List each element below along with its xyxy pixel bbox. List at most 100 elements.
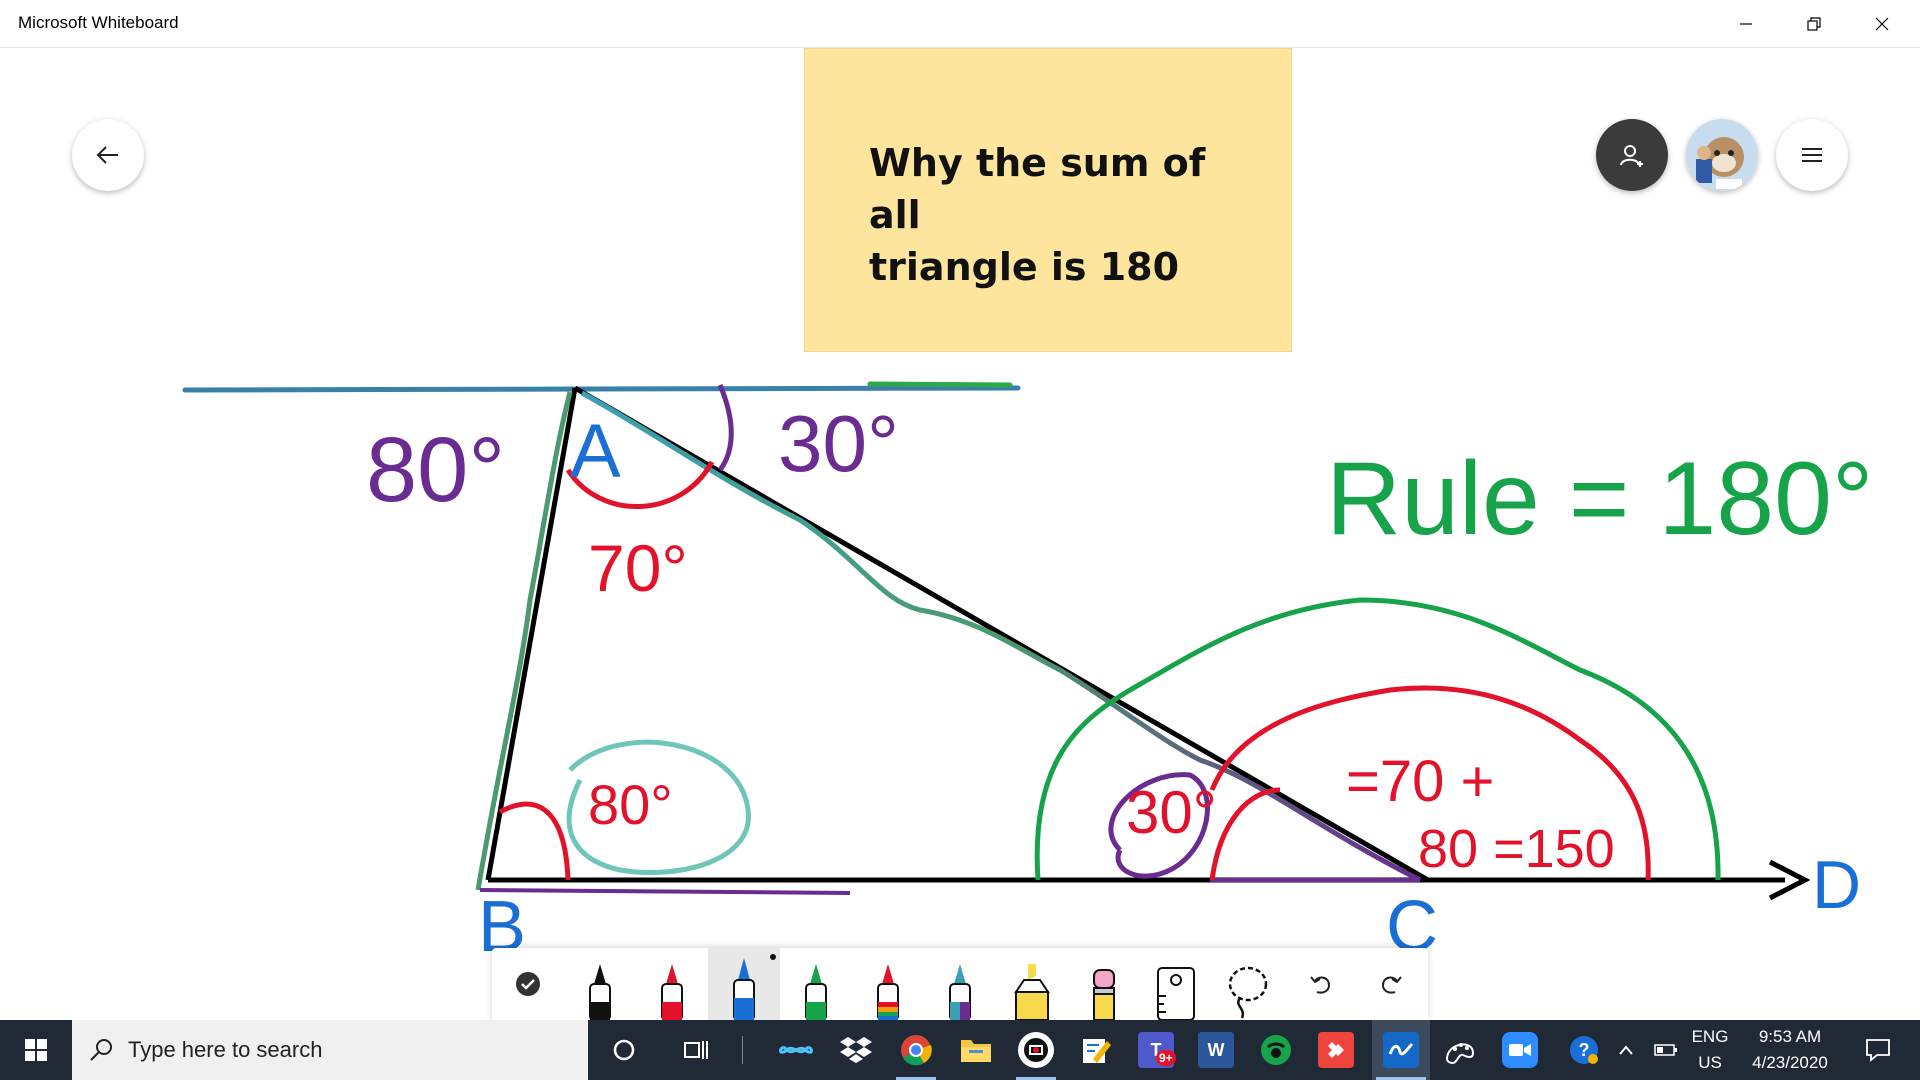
red-pen[interactable] bbox=[636, 948, 708, 1020]
taskbar-app-paint[interactable] bbox=[1432, 1020, 1488, 1080]
search-placeholder: Type here to search bbox=[128, 1037, 323, 1062]
taskbar-app-chrome[interactable] bbox=[888, 1020, 944, 1080]
pen-tool-icon bbox=[1083, 1039, 1111, 1063]
taskbar-app-screencast[interactable] bbox=[1008, 1020, 1064, 1080]
sum-label-line-2: 80 =150 bbox=[1418, 819, 1615, 879]
lasso[interactable] bbox=[1212, 948, 1284, 1020]
hamburger-icon bbox=[1802, 148, 1822, 162]
taskbar-app-dropbox[interactable] bbox=[828, 1020, 884, 1080]
angle-label-a: 70° bbox=[588, 531, 688, 605]
reader-app-icon bbox=[1261, 1035, 1291, 1065]
ruler[interactable] bbox=[1140, 948, 1212, 1020]
redo-button[interactable] bbox=[1356, 948, 1428, 1020]
start-button[interactable] bbox=[0, 1020, 72, 1080]
taskbar-app-word[interactable]: W bbox=[1188, 1020, 1244, 1080]
select-tool[interactable] bbox=[492, 948, 564, 1020]
taskbar-app-reader[interactable] bbox=[1248, 1020, 1304, 1080]
highlighter[interactable] bbox=[996, 948, 1068, 1020]
chevron-up-icon bbox=[1619, 1045, 1633, 1055]
zoom-icon bbox=[1502, 1032, 1538, 1068]
help-tray-icon[interactable]: ? bbox=[1560, 1020, 1608, 1080]
notification-icon bbox=[1866, 1039, 1890, 1062]
green-pen[interactable] bbox=[780, 948, 852, 1020]
vertex-label-d: D bbox=[1812, 847, 1862, 923]
angle-label-top-right: 30° bbox=[778, 399, 899, 488]
pen-black-icon bbox=[589, 964, 611, 1020]
arrow-left-icon bbox=[96, 146, 118, 164]
pen-green-icon bbox=[805, 964, 827, 1020]
undo-button[interactable] bbox=[1284, 948, 1356, 1020]
eraser[interactable] bbox=[1068, 948, 1140, 1020]
triangle-side-ac bbox=[573, 385, 1430, 883]
help-icon: ? bbox=[1570, 1036, 1598, 1064]
selected-dot bbox=[770, 954, 776, 960]
teams-badge: 9+ bbox=[1156, 1050, 1176, 1066]
pen-red-icon bbox=[661, 964, 683, 1020]
taskbar-app-teams[interactable]: T 9+ bbox=[1128, 1020, 1184, 1080]
taskbar-app-file-explorer[interactable] bbox=[948, 1020, 1004, 1080]
galaxy-pen[interactable] bbox=[924, 948, 996, 1020]
chrome-icon bbox=[901, 1035, 932, 1066]
pen-galaxy-icon bbox=[949, 964, 971, 1020]
sum-label-line-1: =70 + bbox=[1346, 749, 1495, 814]
cortana-button[interactable] bbox=[596, 1020, 652, 1080]
cortana-icon bbox=[613, 1039, 635, 1061]
paint-icon bbox=[1445, 1043, 1475, 1065]
angle-label-top-left: 80° bbox=[366, 419, 506, 521]
taskbar-app-infinity[interactable] bbox=[768, 1020, 824, 1080]
taskbar-app-anydesk[interactable] bbox=[1308, 1020, 1364, 1080]
avatar[interactable] bbox=[1686, 119, 1758, 191]
angle-label-c: 30° bbox=[1126, 779, 1217, 846]
ink-toolbar bbox=[492, 948, 1428, 1020]
search-icon bbox=[90, 1039, 112, 1061]
parallel-line bbox=[182, 385, 1021, 393]
pen-rainbow-icon bbox=[877, 964, 899, 1020]
black-pen[interactable] bbox=[564, 948, 636, 1020]
clock[interactable]: 9:53 AM 4/23/2020 bbox=[1738, 1020, 1842, 1080]
app-window: Microsoft Whiteboard Why the sum of all … bbox=[0, 0, 1920, 1080]
highlighter-icon bbox=[1014, 964, 1050, 1020]
task-view-icon bbox=[684, 1041, 708, 1059]
invite-button[interactable] bbox=[1596, 119, 1668, 191]
avatar-image bbox=[1686, 119, 1758, 191]
redo-icon bbox=[1381, 976, 1402, 994]
angle-arc-c bbox=[1209, 787, 1281, 881]
language-line-1: ENG bbox=[1691, 1027, 1729, 1046]
language-indicator[interactable]: ENG US bbox=[1686, 1020, 1734, 1080]
taskbar-app-zoom[interactable] bbox=[1492, 1020, 1548, 1080]
dropbox-icon bbox=[840, 1037, 872, 1063]
galaxy-base bbox=[479, 888, 851, 895]
menu-button[interactable] bbox=[1776, 119, 1848, 191]
taskbar-app-pen-tool[interactable] bbox=[1068, 1020, 1124, 1080]
back-button[interactable] bbox=[72, 119, 144, 191]
ruler-icon bbox=[1157, 967, 1195, 1020]
taskbar-search[interactable]: Type here to search bbox=[72, 1020, 588, 1080]
clock-date: 4/23/2020 bbox=[1752, 1053, 1828, 1072]
rule-label: Rule = 180° bbox=[1326, 441, 1874, 557]
taskbar: Type here to search T 9+ W ? ENG US 9:53… bbox=[0, 1020, 1920, 1080]
taskbar-app-whiteboard[interactable] bbox=[1372, 1020, 1430, 1080]
language-line-2: US bbox=[1698, 1053, 1722, 1072]
word-icon: W bbox=[1198, 1032, 1234, 1068]
parallel-line-green bbox=[867, 381, 1013, 388]
action-center-button[interactable] bbox=[1850, 1020, 1906, 1080]
screencast-icon bbox=[1018, 1032, 1054, 1068]
angle-arc-b bbox=[498, 801, 571, 881]
checkmark-circle-icon bbox=[516, 972, 540, 996]
whiteboard-app-icon bbox=[1383, 1032, 1419, 1068]
eraser-icon bbox=[1093, 969, 1115, 1020]
battery-icon bbox=[1654, 1044, 1677, 1056]
blue-pen[interactable] bbox=[708, 948, 780, 1020]
svg-text:?: ? bbox=[1579, 1040, 1590, 1060]
angle-arc-top-right bbox=[717, 384, 734, 472]
lasso-icon bbox=[1228, 966, 1268, 1019]
folder-icon bbox=[961, 1040, 991, 1062]
task-view-button[interactable] bbox=[668, 1020, 724, 1080]
show-hidden-icons[interactable] bbox=[1612, 1020, 1640, 1080]
undo-icon bbox=[1310, 976, 1331, 994]
battery-tray-icon[interactable] bbox=[1648, 1020, 1684, 1080]
pen-blue-icon bbox=[733, 958, 755, 1020]
rainbow-pen[interactable] bbox=[852, 948, 924, 1020]
taskbar-divider bbox=[742, 1036, 743, 1064]
vertex-label-a: A bbox=[570, 409, 621, 494]
